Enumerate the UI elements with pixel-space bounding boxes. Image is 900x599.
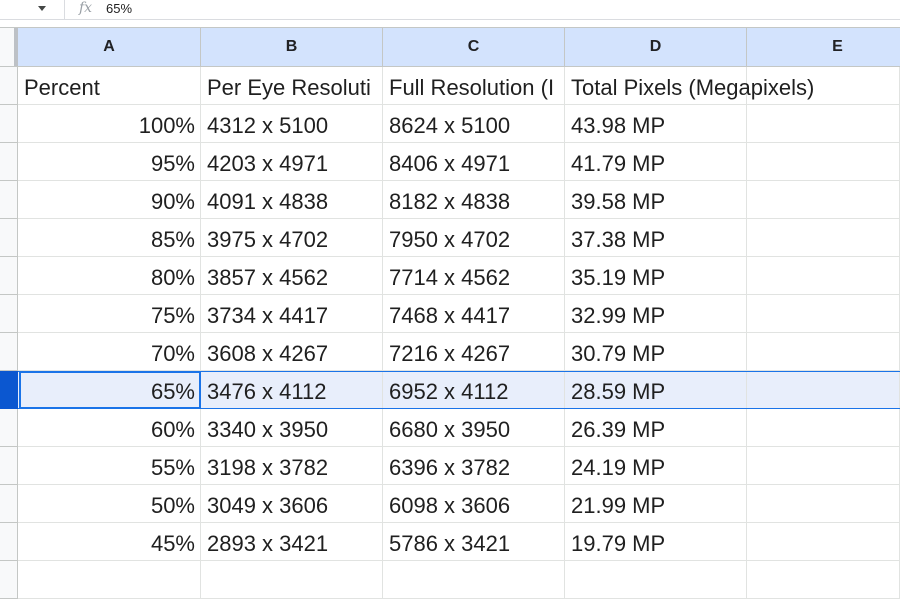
row-header[interactable] (0, 105, 18, 143)
table-cell[interactable]: 3476 x 4112 (201, 371, 383, 409)
header-cell[interactable]: Per Eye Resoluti (201, 67, 383, 105)
table-cell[interactable]: 39.58 MP (565, 181, 747, 219)
table-cell[interactable] (747, 485, 900, 523)
column-header-c[interactable]: C (383, 28, 565, 66)
row-header[interactable] (0, 257, 18, 295)
table-cell[interactable]: 65% (18, 371, 201, 409)
table-cell[interactable]: 7950 x 4702 (383, 219, 565, 257)
table-cell[interactable]: 45% (18, 523, 201, 561)
table-cell[interactable] (747, 561, 900, 599)
table-cell[interactable]: 90% (18, 181, 201, 219)
row-header[interactable] (0, 143, 18, 181)
table-cell[interactable]: 75% (18, 295, 201, 333)
table-cell[interactable]: 4091 x 4838 (201, 181, 383, 219)
table-cell[interactable]: 21.99 MP (565, 485, 747, 523)
table-cell[interactable]: 3734 x 4417 (201, 295, 383, 333)
column-header-d[interactable]: D (565, 28, 747, 66)
table-cell[interactable] (747, 257, 900, 295)
header-cell[interactable]: Total Pixels (Megapixels) (565, 67, 814, 105)
table-cell[interactable]: 6680 x 3950 (383, 409, 565, 447)
table-cell[interactable] (565, 561, 747, 599)
table-cell[interactable]: 32.99 MP (565, 295, 747, 333)
table-cell[interactable]: 4312 x 5100 (201, 105, 383, 143)
table-cell[interactable]: 85% (18, 219, 201, 257)
table-cell[interactable]: 7714 x 4562 (383, 257, 565, 295)
column-header-e[interactable]: E (747, 28, 900, 66)
table-cell[interactable] (18, 561, 201, 599)
table-cell[interactable]: 3975 x 4702 (201, 219, 383, 257)
spreadsheet-grid: Percent Per Eye Resoluti Full Resolution (… (0, 67, 900, 599)
table-cell[interactable]: 70% (18, 333, 201, 371)
formula-bar: fx 65% (0, 0, 900, 20)
table-cell[interactable] (747, 181, 900, 219)
row-header[interactable] (0, 447, 18, 485)
table-cell[interactable]: 60% (18, 409, 201, 447)
name-box-dropdown-icon[interactable] (38, 6, 46, 11)
table-cell[interactable]: 8406 x 4971 (383, 143, 565, 181)
row-header[interactable] (0, 219, 18, 257)
table-cell[interactable]: 80% (18, 257, 201, 295)
table-cell[interactable]: 100% (18, 105, 201, 143)
header-cell[interactable] (747, 67, 900, 105)
row-header[interactable] (0, 67, 18, 105)
table-cell[interactable]: 24.19 MP (565, 447, 747, 485)
row-header[interactable] (0, 561, 18, 599)
fx-icon: fx (79, 0, 93, 16)
table-cell[interactable]: 2893 x 3421 (201, 523, 383, 561)
table-cell[interactable]: 43.98 MP (565, 105, 747, 143)
row-header[interactable] (0, 333, 18, 371)
table-cell[interactable] (747, 295, 900, 333)
table-cell[interactable]: 8182 x 4838 (383, 181, 565, 219)
row-header[interactable] (0, 295, 18, 333)
table-cell[interactable]: 41.79 MP (565, 143, 747, 181)
table-cell[interactable]: 30.79 MP (565, 333, 747, 371)
select-all-corner[interactable] (0, 28, 18, 66)
table-cell[interactable]: 7216 x 4267 (383, 333, 565, 371)
row-header[interactable] (0, 181, 18, 219)
row-header[interactable] (0, 485, 18, 523)
column-header-a[interactable]: A (18, 28, 201, 66)
table-cell[interactable] (747, 219, 900, 257)
table-cell[interactable]: 4203 x 4971 (201, 143, 383, 181)
table-cell[interactable] (747, 523, 900, 561)
table-cell[interactable] (747, 371, 900, 409)
table-cell[interactable] (747, 105, 900, 143)
table-cell[interactable]: 3608 x 4267 (201, 333, 383, 371)
table-cell[interactable]: 95% (18, 143, 201, 181)
table-cell[interactable]: 3857 x 4562 (201, 257, 383, 295)
table-cell[interactable] (747, 333, 900, 371)
table-cell[interactable] (383, 561, 565, 599)
formula-input[interactable]: 65% (106, 1, 132, 17)
table-cell[interactable]: 35.19 MP (565, 257, 747, 295)
table-cell[interactable]: 6952 x 4112 (383, 371, 565, 409)
table-cell[interactable]: 3198 x 3782 (201, 447, 383, 485)
column-header-b[interactable]: B (201, 28, 383, 66)
formula-bar-divider (64, 0, 65, 19)
table-cell[interactable]: 3049 x 3606 (201, 485, 383, 523)
header-cell[interactable]: Full Resolution (I (383, 67, 565, 105)
table-cell[interactable]: 28.59 MP (565, 371, 747, 409)
table-cell[interactable]: 55% (18, 447, 201, 485)
table-cell[interactable]: 6098 x 3606 (383, 485, 565, 523)
table-cell[interactable] (747, 143, 900, 181)
row-header[interactable] (0, 409, 18, 447)
table-cell[interactable]: 6396 x 3782 (383, 447, 565, 485)
table-cell[interactable]: 3340 x 3950 (201, 409, 383, 447)
table-cell[interactable] (747, 409, 900, 447)
table-cell[interactable]: 8624 x 5100 (383, 105, 565, 143)
row-header[interactable] (0, 371, 18, 409)
table-cell[interactable]: 50% (18, 485, 201, 523)
column-header-row: A B C D E (0, 27, 900, 67)
table-cell[interactable]: 26.39 MP (565, 409, 747, 447)
header-cell[interactable]: Percent (18, 67, 201, 105)
row-header[interactable] (0, 523, 18, 561)
table-cell[interactable]: 37.38 MP (565, 219, 747, 257)
table-cell[interactable] (747, 447, 900, 485)
table-cell[interactable] (201, 561, 383, 599)
table-cell[interactable]: 5786 x 3421 (383, 523, 565, 561)
table-cell[interactable]: 7468 x 4417 (383, 295, 565, 333)
table-cell[interactable]: 19.79 MP (565, 523, 747, 561)
